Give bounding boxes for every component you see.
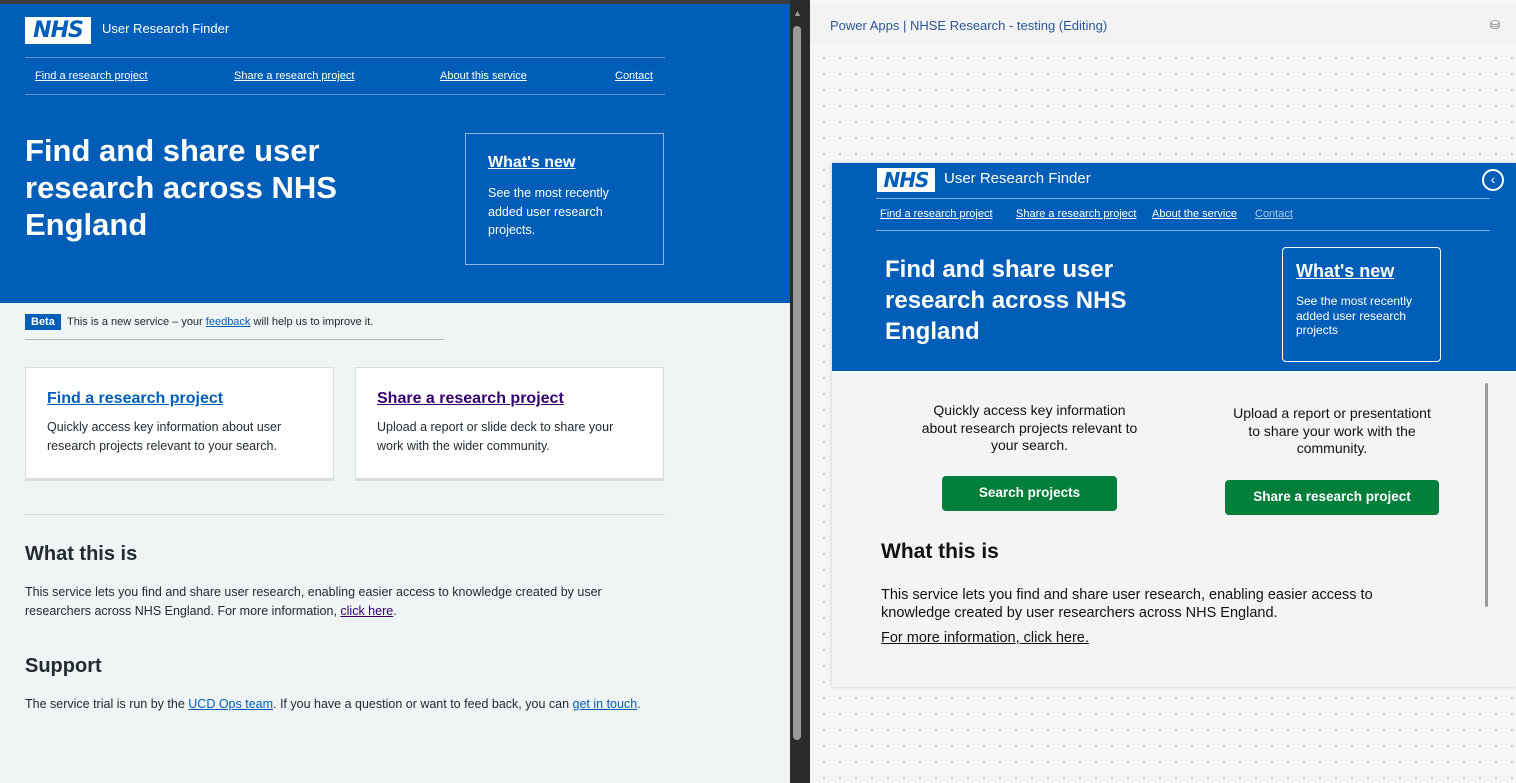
find-project-card[interactable]: Find a research project Quickly access k… [25, 367, 334, 481]
nav-link-share[interactable]: Share a research project [234, 70, 354, 82]
beta-banner: Beta This is a new service – your feedba… [25, 312, 444, 340]
beta-text-before: This is a new service – your [67, 316, 206, 328]
what-this-is-heading: What this is [25, 543, 138, 565]
support-heading: Support [25, 655, 102, 677]
app-nav-about[interactable]: About the service [1152, 208, 1237, 220]
power-apps-pane: Power Apps | NHSE Research - testing (Ed… [810, 0, 1516, 783]
whats-new-description: See the most recently added user researc… [488, 186, 609, 237]
nav-link-about[interactable]: About this service [440, 70, 527, 82]
find-blurb: Quickly access key information about res… [921, 402, 1138, 453]
get-in-touch-link[interactable]: get in touch [573, 697, 638, 711]
service-name[interactable]: User Research Finder [102, 21, 229, 36]
ucd-ops-team-link[interactable]: UCD Ops team [188, 697, 273, 711]
support-body-2: . If you have a question or want to feed… [273, 697, 573, 711]
app-nav-find[interactable]: Find a research project [880, 208, 993, 220]
support-body-1: The service trial is run by the [25, 697, 189, 711]
primary-nav: Find a research project Share a research… [25, 57, 665, 95]
beta-tag: Beta [25, 314, 61, 330]
beta-text: This is a new service – your feedback wi… [67, 316, 373, 328]
app-more-info-link[interactable]: For more information, click here. [881, 630, 1089, 646]
share-project-card[interactable]: Share a research project Upload a report… [355, 367, 664, 481]
whats-new-panel: What's new See the most recently added u… [465, 133, 664, 265]
website-pane: NHS User Research Finder Find a research… [0, 0, 790, 783]
beta-text-after: will help us to improve it. [250, 316, 374, 328]
search-projects-button[interactable]: Search projects [942, 476, 1117, 511]
app-title: Power Apps | NHSE Research - testing (Ed… [830, 18, 1108, 33]
app-nav-share[interactable]: Share a research project [1016, 208, 1136, 220]
find-project-card-title[interactable]: Find a research project [47, 390, 312, 408]
scroll-up-icon[interactable]: ▲ [793, 8, 802, 18]
what-this-is-end: . [393, 604, 397, 618]
app-whats-new-panel[interactable]: What's new See the most recently added u… [1282, 247, 1441, 362]
app-header: NHS User Research Finder ‹ Find a resear… [832, 163, 1516, 371]
app-whats-new-title[interactable]: What's new [1296, 261, 1427, 282]
share-blurb: Upload a report or presentationt to shar… [1233, 405, 1431, 456]
site-header: NHS User Research Finder Find a research… [0, 4, 790, 303]
scrollbar-thumb[interactable] [793, 26, 801, 740]
share-project-card-title[interactable]: Share a research project [377, 390, 642, 408]
section-divider [25, 514, 665, 515]
click-here-link[interactable]: click here [340, 604, 393, 618]
support-text: The service trial is run by the UCD Ops … [25, 695, 655, 714]
app-nav: Find a research project Share a research… [876, 198, 1490, 231]
app-nhs-logo: NHS [877, 168, 935, 192]
nav-link-find[interactable]: Find a research project [35, 70, 148, 82]
feedback-link[interactable]: feedback [206, 316, 251, 328]
whats-new-link[interactable]: What's new [488, 154, 641, 172]
nhs-logo[interactable]: NHS [25, 17, 91, 44]
find-project-card-description: Quickly access key information about use… [47, 420, 282, 453]
environment-icon[interactable]: ⛁ [1490, 18, 1500, 32]
app-scrollbar[interactable] [1485, 383, 1488, 607]
share-research-project-button[interactable]: Share a research project [1225, 480, 1439, 515]
app-canvas: NHS User Research Finder ‹ Find a resear… [832, 163, 1516, 687]
app-hero-title: Find and share user research across NHS … [885, 256, 1127, 345]
app-nav-contact[interactable]: Contact [1255, 208, 1293, 220]
hero-title: Find and share user research across NHS … [25, 133, 337, 242]
nav-link-contact[interactable]: Contact [615, 70, 653, 82]
pane-scrollbar[interactable]: ▲ [790, 0, 810, 783]
support-end: . [637, 697, 641, 711]
app-service-name: User Research Finder [944, 170, 1091, 187]
chevron-left-circle-icon[interactable]: ‹ [1482, 169, 1504, 191]
what-this-is-text: This service lets you find and share use… [25, 583, 655, 621]
power-apps-title-bar: Power Apps | NHSE Research - testing (Ed… [810, 4, 1516, 44]
app-whats-new-description: See the most recently added user researc… [1296, 294, 1413, 337]
share-project-card-description: Upload a report or slide deck to share y… [377, 420, 614, 453]
app-what-this-is-text: This service lets you find and share use… [881, 587, 1373, 621]
what-this-is-body: This service lets you find and share use… [25, 585, 602, 618]
app-what-this-is-heading: What this is [881, 540, 999, 563]
